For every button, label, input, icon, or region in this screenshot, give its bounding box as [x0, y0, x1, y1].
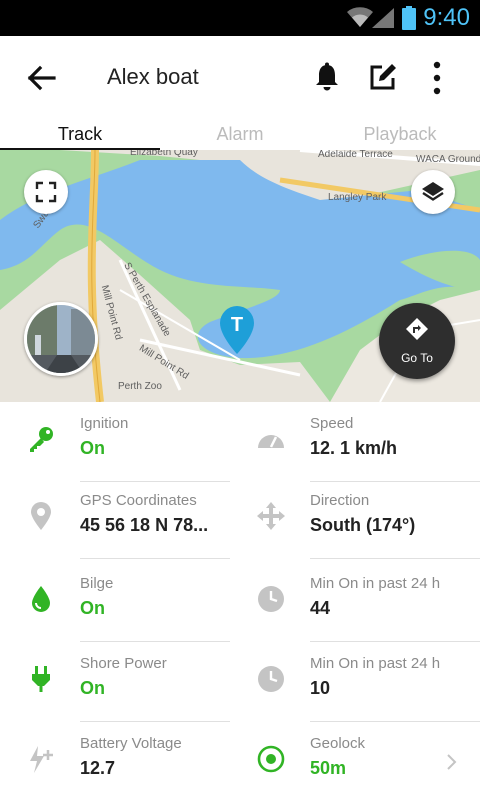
gps-value: 45 56 18 N 78... [80, 515, 209, 535]
clock-time: 9:40 [423, 4, 470, 31]
minutes-on-value: 10 [310, 678, 331, 698]
divider [310, 558, 480, 559]
minutes-on-row: Min On in past 24 h 10 [230, 642, 480, 722]
plug-icon [26, 664, 56, 694]
vehicle-details: Ignition On GPS Coordinates 45 56 18 N 7… [0, 402, 480, 800]
boat-location-marker[interactable]: T [218, 304, 256, 361]
geolock-target-icon [256, 744, 286, 774]
direction-label: Direction [310, 492, 370, 509]
tab-alarm[interactable]: Alarm [160, 120, 320, 152]
speed-label: Speed [310, 415, 354, 432]
battery-charge-icon [26, 744, 56, 774]
shore-power-label: Shore Power [80, 655, 167, 672]
geolock-value: 50m [310, 758, 347, 778]
map-view[interactable]: Elizabeth Quay Adelaide Terrace WACA Gro… [0, 150, 480, 402]
map-label: Langley Park [328, 192, 387, 203]
water-drop-icon [26, 584, 56, 614]
speed-value: 12. 1 km/h [310, 438, 398, 458]
directions-icon [406, 318, 428, 340]
bell-icon[interactable] [310, 60, 344, 94]
geolock-row[interactable]: Geolock 50m [230, 722, 480, 800]
minutes-on-label: Min On in past 24 h [310, 575, 441, 592]
gps-row: GPS Coordinates 45 56 18 N 78... [0, 479, 240, 559]
map-label: WACA Ground [416, 154, 480, 165]
go-to-label: Go To [401, 351, 433, 365]
key-icon [26, 424, 56, 454]
bilge-label: Bilge [80, 575, 114, 592]
shore-power-value: On [80, 678, 105, 698]
bilge-value: On [80, 598, 105, 618]
speedometer-icon [256, 424, 286, 454]
status-bar: 9:40 [0, 0, 480, 36]
fullscreen-button[interactable] [24, 170, 68, 214]
marker-letter: T [231, 314, 243, 336]
battery-voltage-value: 12.7 [80, 758, 116, 778]
more-vertical-icon[interactable] [422, 58, 452, 98]
layers-icon [422, 182, 444, 201]
go-to-button[interactable]: Go To [379, 303, 455, 379]
direction-row: Direction South (174°) [230, 479, 480, 559]
battery-icon [402, 6, 416, 30]
location-pin-icon [26, 501, 56, 531]
map-label: Perth Zoo [118, 381, 162, 392]
signal-icon [372, 8, 394, 28]
edit-icon[interactable] [366, 60, 400, 94]
direction-value: South (174°) [310, 515, 416, 535]
move-arrows-icon [256, 501, 286, 531]
tab-playback[interactable]: Playback [320, 120, 480, 152]
clock-icon [256, 664, 286, 694]
back-arrow-icon[interactable] [22, 60, 62, 96]
minutes-on-row: Min On in past 24 h 44 [230, 562, 480, 642]
divider [80, 558, 230, 559]
street-view-thumbnail[interactable] [24, 302, 98, 376]
ignition-row: Ignition On [0, 402, 240, 482]
clock-icon [256, 584, 286, 614]
chevron-right-icon[interactable] [446, 752, 458, 772]
wifi-icon [347, 7, 373, 27]
speed-row: Speed 12. 1 km/h [230, 402, 480, 482]
app-bar: Alex boat [0, 36, 480, 120]
ignition-label: Ignition [80, 415, 129, 432]
shore-power-row: Shore Power On [0, 642, 240, 722]
bilge-row: Bilge On [0, 562, 240, 642]
battery-voltage-label: Battery Voltage [80, 735, 182, 752]
minutes-on-label: Min On in past 24 h [310, 655, 441, 672]
fullscreen-icon [35, 181, 57, 203]
map-label: Adelaide Terrace [318, 150, 393, 160]
page-title: Alex boat [107, 64, 199, 89]
gps-label: GPS Coordinates [80, 492, 197, 509]
battery-voltage-row: Battery Voltage 12.7 [0, 722, 240, 800]
map-layers-button[interactable] [411, 170, 455, 214]
minutes-on-value: 44 [310, 598, 331, 618]
map-label: Elizabeth Quay [130, 150, 198, 158]
geolock-label: Geolock [310, 735, 366, 752]
tab-bar: Track Alarm Playback [0, 120, 480, 152]
ignition-value: On [80, 438, 105, 458]
